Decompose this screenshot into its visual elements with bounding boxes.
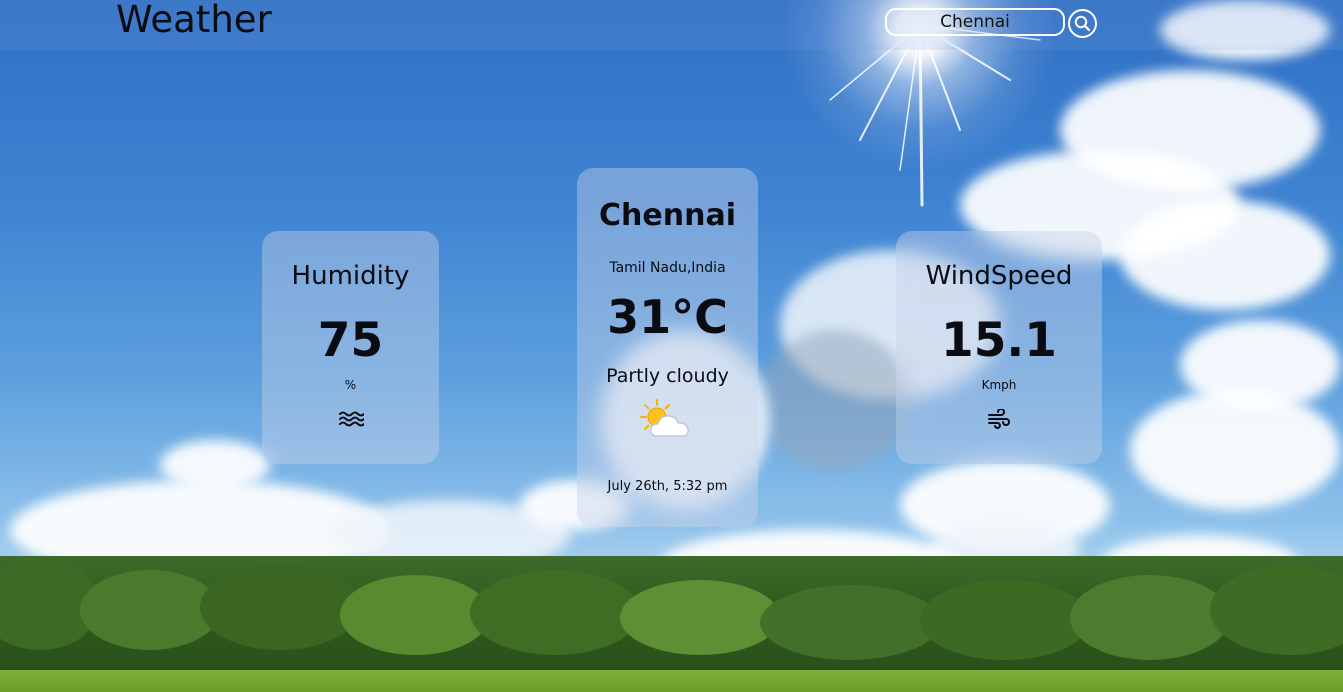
condition-text: Partly cloudy — [606, 365, 729, 387]
current-weather-card: Chennai Tamil Nadu,India 31°C Partly clo… — [577, 168, 758, 527]
windspeed-unit: Kmph — [981, 378, 1017, 392]
temperature-value: 31°C — [607, 290, 728, 344]
search-icon — [1074, 15, 1091, 32]
region-country: Tamil Nadu,India — [609, 260, 726, 276]
waves-icon — [336, 407, 366, 431]
windspeed-card: WindSpeed 15.1 Kmph — [896, 231, 1102, 464]
wind-icon — [984, 407, 1014, 431]
windspeed-title: WindSpeed — [925, 261, 1073, 291]
partly-cloudy-icon — [639, 398, 695, 442]
city-name: Chennai — [599, 198, 736, 233]
top-bar: Weather — [0, 0, 1343, 50]
humidity-card: Humidity 75 % — [262, 231, 439, 464]
search-button[interactable] — [1068, 9, 1097, 38]
app-title: Weather — [116, 0, 272, 41]
humidity-title: Humidity — [291, 261, 410, 291]
windspeed-value: 15.1 — [941, 313, 1057, 368]
local-datetime: July 26th, 5:32 pm — [607, 479, 728, 494]
humidity-unit: % — [344, 378, 357, 392]
search-input[interactable] — [885, 8, 1065, 36]
humidity-value: 75 — [317, 313, 384, 368]
app-root: Weather Humidity 75 % — [0, 0, 1343, 692]
